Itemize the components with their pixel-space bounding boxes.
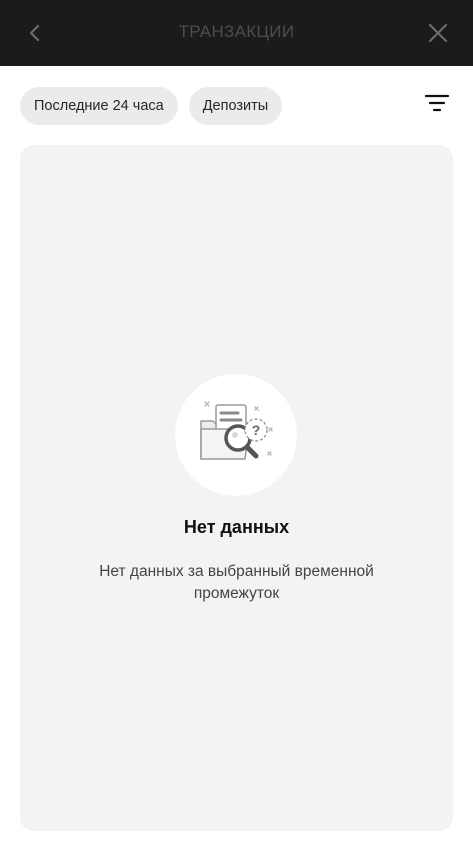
- empty-state-description: Нет данных за выбранный временной промеж…: [99, 563, 374, 602]
- filter-chips: Последние 24 часа Депозиты: [20, 87, 283, 125]
- empty-state-title: Нет данных: [183, 517, 290, 537]
- transactions-list: ? Нет данных Нет данных за выбранный вре…: [20, 145, 453, 831]
- svg-text:?: ?: [252, 422, 261, 438]
- transaction-type-chip[interactable]: Депозиты: [188, 87, 283, 125]
- document-search-icon: ?: [200, 401, 273, 460]
- close-icon[interactable]: [425, 20, 451, 46]
- filter-icon[interactable]: [423, 90, 451, 116]
- period-chip[interactable]: Последние 24 часа: [20, 87, 178, 125]
- top-bar: ТРАНЗАКЦИИ: [0, 0, 473, 66]
- page-title: ТРАНЗАКЦИИ: [178, 22, 295, 41]
- empty-state-illustration: ?: [175, 374, 297, 496]
